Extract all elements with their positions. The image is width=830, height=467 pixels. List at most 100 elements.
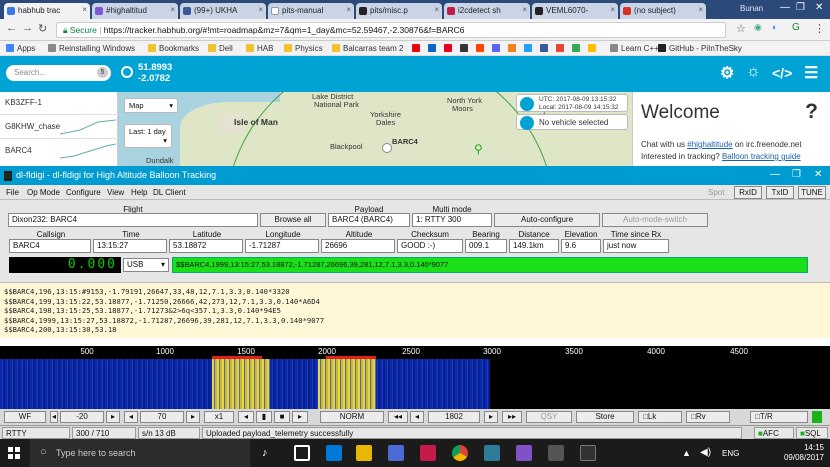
right-arrow-icon[interactable]: ▸ [106,411,120,423]
bookmark-icon[interactable] [572,44,583,53]
left-arrow-icon[interactable]: ◂ [50,411,58,423]
elevation-field[interactable]: 9.6 [561,239,601,253]
reverse-toggle[interactable]: □Rv [686,411,730,423]
browser-tab[interactable]: i2cdetect sh × [444,3,530,19]
transmit-text-area[interactable] [0,338,830,346]
wf-mode-button[interactable]: WF [4,411,46,423]
longitude-field[interactable]: -1.71287 [245,239,319,253]
raspberry-icon[interactable] [420,445,436,461]
url-input[interactable]: 🔒︎ Secure | https://tracker.habhub.org/#… [56,22,726,38]
pause-icon[interactable]: ▮ [256,411,272,423]
file-explorer-icon[interactable] [356,445,372,461]
volume-icon[interactable]: ◀) [700,447,711,458]
zoom-button[interactable]: x1 [204,411,234,423]
vehicle-item[interactable]: BARC4 [5,146,32,155]
norm-button[interactable]: NORM [320,411,384,423]
app-icon[interactable] [516,445,532,461]
bookmark-icon[interactable] [428,44,439,53]
rewind-icon[interactable]: ◂ [238,411,254,423]
minimize-icon[interactable]: — [770,169,780,180]
close-window-icon[interactable]: ✕ [814,169,822,180]
spot-button[interactable]: Spot [708,188,724,197]
lock-toggle[interactable]: □Lk [638,411,682,423]
auto-configure-button[interactable]: Auto-configure [494,213,600,227]
vehicle-status[interactable]: No vehicle selected [516,114,628,130]
close-icon[interactable]: × [170,5,175,14]
bookmark-icon[interactable] [524,44,535,53]
windows-start-icon[interactable] [8,447,20,459]
bookmark-icon[interactable] [556,44,567,53]
minimize-icon[interactable]: — [780,2,790,13]
menu-configure[interactable]: Configure [66,188,101,197]
browser-tab[interactable]: pits/misc.p × [356,3,442,19]
extension-icon[interactable]: ◐ [772,22,777,32]
edge-icon[interactable] [326,445,342,461]
rxid-button[interactable]: RxID [734,186,762,199]
bookmark-item[interactable]: Balcarras team 2 [332,44,403,53]
menu-view[interactable]: View [107,188,124,197]
squelch-toggle[interactable]: ■SQL [796,427,828,439]
vehicle-item[interactable]: KB3ZFF-1 [5,98,42,107]
time-since-rx-field[interactable]: just now [603,239,669,253]
netflix-icon[interactable] [412,44,423,53]
location-target-icon[interactable] [121,66,133,78]
range-level-field[interactable]: 70 [140,411,184,423]
browse-all-button[interactable]: Browse all [260,213,326,227]
close-window-icon[interactable]: ✕ [815,2,823,13]
left-arrow-icon[interactable]: ◂ [124,411,138,423]
forward-icon[interactable]: → [22,22,33,34]
tracker-map[interactable]: Lake District National Park Isle of Man … [0,92,632,166]
bookmark-item[interactable]: HAB [246,44,273,53]
search-input[interactable]: Search... 5 [6,65,111,81]
receive-text-area[interactable]: $$BARC4,196,13:15:#9153,-1.79191,26647,3… [0,282,830,346]
close-icon[interactable]: × [698,5,703,14]
menu-file[interactable]: File [6,188,19,197]
bookmark-item[interactable]: Learn C++ [610,44,659,53]
bookmark-icon[interactable] [444,44,455,53]
input-language[interactable]: ENG [722,449,739,458]
bookmark-item[interactable]: Physics [284,44,323,53]
browser-tab[interactable]: VEML6070- × [532,3,618,19]
carrier-frequency-field[interactable]: 1802 [428,411,480,423]
txid-button[interactable]: TxID [766,186,794,199]
map-type-select[interactable]: Map ▾ [124,98,178,113]
terminal-icon[interactable] [580,445,596,461]
altitude-field[interactable]: 26696 [321,239,395,253]
waterfall-display[interactable] [0,359,830,409]
browser-tab[interactable]: (no subject) × [620,3,706,19]
auto-mode-switch-button[interactable]: Auto-mode-switch [602,213,708,227]
signal-level-field[interactable]: -20 [60,411,104,423]
bookmark-icon[interactable] [540,44,551,53]
store-icon[interactable] [388,445,404,461]
close-icon[interactable]: × [522,5,527,14]
receiver-antenna-icon[interactable]: ⚲ [474,142,483,156]
right-arrow-icon[interactable]: ▸ [186,411,200,423]
close-icon[interactable]: × [82,5,87,14]
network-icon[interactable]: ▲ [682,448,691,458]
back-step-icon[interactable]: ◂ [410,411,424,423]
app-icon[interactable] [548,445,564,461]
sideband-select[interactable]: USB ▾ [123,258,169,272]
task-view-icon[interactable] [294,445,310,461]
browser-tab[interactable]: (99+) UKHA × [180,3,266,19]
frequency-display[interactable]: 0.000 [9,257,121,273]
qsy-button[interactable]: QSY [526,411,572,423]
back-icon[interactable]: ← [6,22,17,34]
menu-dl-client[interactable]: DL Client [153,188,186,197]
callsign-field[interactable]: BARC4 [9,239,91,253]
period-select[interactable]: Last: 1 day ▾ [124,124,172,148]
checksum-field[interactable]: GOOD :-) [397,239,463,253]
browser-tab[interactable]: habhub trac × [4,3,90,19]
time-field[interactable]: 13:15:27 [93,239,167,253]
multimode-select[interactable]: 1: RTTY 300 [412,213,492,227]
bookmark-item[interactable]: GitHub - PiInTheSky [658,44,742,53]
menu-help[interactable]: Help [131,188,147,197]
irc-link[interactable]: #highaltitude [687,140,732,149]
bookmark-icon[interactable] [508,44,519,53]
chrome-icon[interactable] [452,445,468,461]
embed-code-icon[interactable]: </> [772,65,792,81]
extension-icon[interactable]: ◉ [754,22,762,33]
bookmark-icon[interactable] [460,44,471,53]
transmit-receive-toggle[interactable]: □T/R [750,411,808,423]
balloon-marker-label[interactable]: BARC4 [392,137,418,146]
